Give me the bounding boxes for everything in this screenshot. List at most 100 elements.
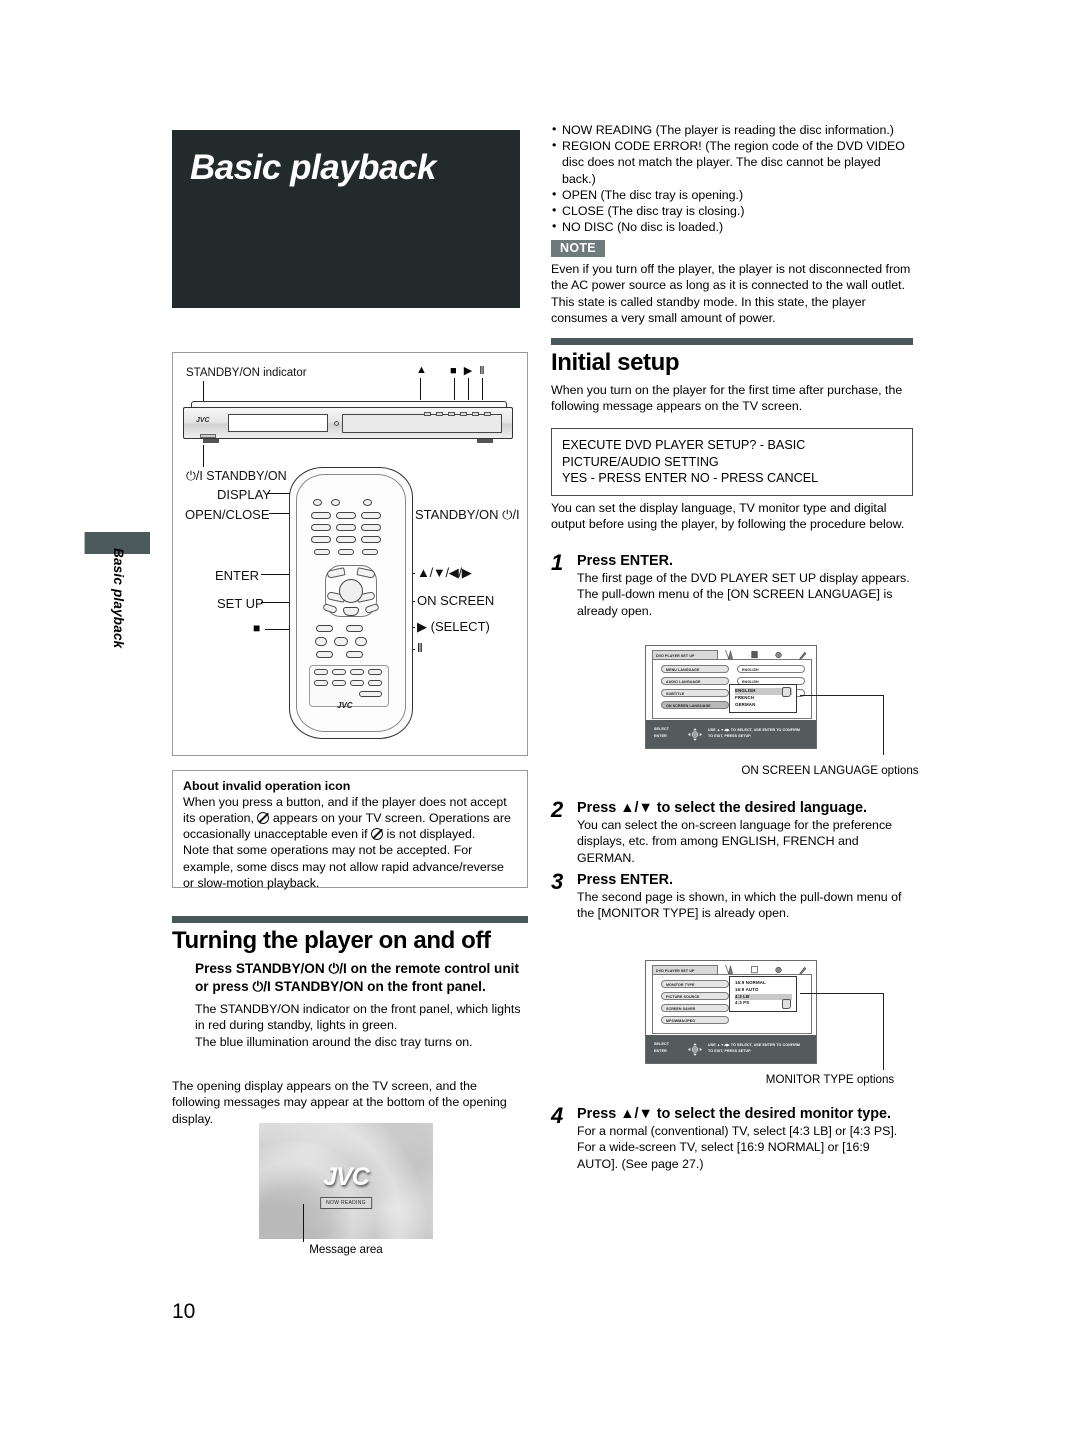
osd-2-enter-label: ENTER xyxy=(654,1048,667,1053)
message-list: NOW READING (The player is reading the d… xyxy=(551,121,913,235)
dpad-bottom-key[interactable] xyxy=(343,607,359,616)
numeric-key[interactable] xyxy=(336,524,356,531)
osd-1-enter-label: ENTER xyxy=(654,733,667,738)
label-select: ▶ (SELECT) xyxy=(417,619,490,634)
turning-para-3: The opening display appears on the TV sc… xyxy=(172,1079,507,1126)
panel-button[interactable] xyxy=(436,412,443,416)
dpad[interactable] xyxy=(313,563,389,619)
lower-key[interactable] xyxy=(332,680,346,686)
turning-para-1: The STANDBY/ON indicator on the front pa… xyxy=(195,1002,521,1033)
osd-2-hint-2: TO EXIT, PRESS SETUP. xyxy=(708,1049,752,1054)
function-key[interactable] xyxy=(338,549,354,555)
leader-line xyxy=(303,1204,305,1242)
page-title-block: Basic playback xyxy=(172,130,520,308)
lower-key-wide[interactable] xyxy=(359,691,382,697)
lower-key[interactable] xyxy=(314,680,328,686)
label-stop-icon: ■ xyxy=(253,621,261,635)
lower-key[interactable] xyxy=(314,669,328,675)
note-text: Even if you turn off the player, the pla… xyxy=(551,262,911,325)
osd-2-row-label[interactable]: MONITOR TYPE xyxy=(661,980,729,988)
label-pause-icon: Ⅱ xyxy=(417,641,423,655)
initial-setup-after-box: You can set the display language, TV mon… xyxy=(551,501,905,532)
step-2: 2 Press ▲/▼ to select the desired langua… xyxy=(551,797,913,866)
standby-on-button[interactable] xyxy=(363,499,372,506)
osd-1-row-label[interactable]: SUBTITLE xyxy=(661,689,729,697)
side-tab: Basic playback xyxy=(84,532,154,682)
osd-2-row-label[interactable]: MP3/WMA/JPEG xyxy=(661,1016,729,1024)
step-1: 1 Press ENTER. The first page of the DVD… xyxy=(551,550,913,619)
open-close-button[interactable] xyxy=(313,499,322,506)
callout-line xyxy=(883,993,885,1070)
step-4-title: Press ▲/▼ to select the desired monitor … xyxy=(577,1106,891,1122)
pause-button[interactable] xyxy=(355,637,367,646)
skip-back-button[interactable] xyxy=(316,625,333,632)
numeric-key[interactable] xyxy=(361,512,381,519)
lower-key[interactable] xyxy=(368,680,382,686)
osd-1-row-label-selected[interactable]: ON SCREEN LANGUAGE xyxy=(661,701,729,709)
skip-fwd-button[interactable] xyxy=(346,625,363,632)
play-button[interactable] xyxy=(334,637,348,646)
turning-instruction-bold: Press STANDBY/ON ⏻/I on the remote contr… xyxy=(195,960,530,996)
callout-line xyxy=(800,695,884,697)
remote-brand-logo: JVC xyxy=(337,701,353,710)
front-panel-drawing: JVC xyxy=(181,399,521,447)
panel-eject-button[interactable] xyxy=(424,412,431,416)
panel-stop-button[interactable] xyxy=(460,412,467,416)
step-4-body: For a normal (conventional) TV, select [… xyxy=(577,1124,898,1171)
stop-button[interactable] xyxy=(315,637,327,646)
osd-1-pulldown-item[interactable]: GERMAN xyxy=(735,702,792,709)
remote-control-drawing: JVC xyxy=(289,467,413,739)
panel-play-button[interactable] xyxy=(472,412,479,416)
enter-button[interactable] xyxy=(339,579,363,603)
osd-2-caption: MONITOR TYPE options xyxy=(765,1073,895,1086)
now-reading-message: NOW READING xyxy=(320,1197,372,1209)
lower-key[interactable] xyxy=(368,669,382,675)
numeric-key[interactable] xyxy=(336,536,356,543)
numeric-key[interactable] xyxy=(361,536,381,543)
leader-line xyxy=(454,378,456,400)
osd-1-select-label: SELECT xyxy=(654,727,670,731)
invalid-operation-body: When you press a button, and if the play… xyxy=(183,794,517,842)
page-title: Basic playback xyxy=(190,148,436,187)
osd-1-row-label[interactable]: AUDIO LANGUAGE xyxy=(661,677,729,685)
callout-line xyxy=(883,695,885,755)
reverse-button[interactable] xyxy=(316,651,333,658)
list-item: NOW READING (The player is reading the d… xyxy=(551,121,913,138)
label-standby-front: ⏻/I STANDBY/ON xyxy=(186,469,287,483)
osd-1: DVD PLAYER SET UP MENU LANGUAGE ENGLISH … xyxy=(645,645,817,749)
lower-key[interactable] xyxy=(350,680,364,686)
panel-foot xyxy=(203,439,219,443)
no-entry-icon xyxy=(371,828,384,841)
osd-2-pulldown-item[interactable]: 16:9 AUTO xyxy=(735,987,792,994)
numeric-key[interactable] xyxy=(311,512,331,519)
panel-sensor-icon xyxy=(334,421,339,426)
function-key[interactable] xyxy=(362,549,378,555)
lower-key[interactable] xyxy=(350,669,364,675)
osd-1-row-label[interactable]: MENU LANGUAGE xyxy=(661,665,729,673)
osd-2-row-label[interactable]: PICTURE SOURCE xyxy=(661,992,729,1000)
panel-display xyxy=(228,414,328,432)
panel-pause-button[interactable] xyxy=(484,412,491,416)
transport-icons: ■ ▶ Ⅱ xyxy=(450,365,487,377)
turning-para-2: The blue illumination around the disc tr… xyxy=(195,1034,473,1049)
dpad-icon xyxy=(688,728,702,741)
osd-2-pulldown-item[interactable]: 16:9 NORMAL xyxy=(735,980,792,987)
osd-2-row-label[interactable]: SCREEN SAVER xyxy=(661,1004,729,1012)
label-on-screen: ON SCREEN xyxy=(417,593,495,608)
numeric-key[interactable] xyxy=(311,524,331,531)
function-key[interactable] xyxy=(314,549,330,555)
numeric-key[interactable] xyxy=(311,536,331,543)
page-number: 10 xyxy=(172,1300,196,1323)
manual-page: Basic playback Basic playback STANDBY/ON… xyxy=(0,0,1080,1456)
numeric-key[interactable] xyxy=(361,524,381,531)
forward-button[interactable] xyxy=(346,651,363,658)
label-arrows: ▲/▼/◀/▶ xyxy=(417,565,472,580)
list-item: OPEN (The disc tray is opening.) xyxy=(551,186,913,203)
osd-1-row-value[interactable]: ENGLISH xyxy=(737,665,805,673)
lower-key[interactable] xyxy=(332,669,346,675)
label-standby-remote: STANDBY/ON ⏻/I xyxy=(415,507,520,522)
panel-button[interactable] xyxy=(448,412,455,416)
numeric-key[interactable] xyxy=(336,512,356,519)
section-rule xyxy=(551,338,913,345)
display-button[interactable] xyxy=(331,499,340,506)
